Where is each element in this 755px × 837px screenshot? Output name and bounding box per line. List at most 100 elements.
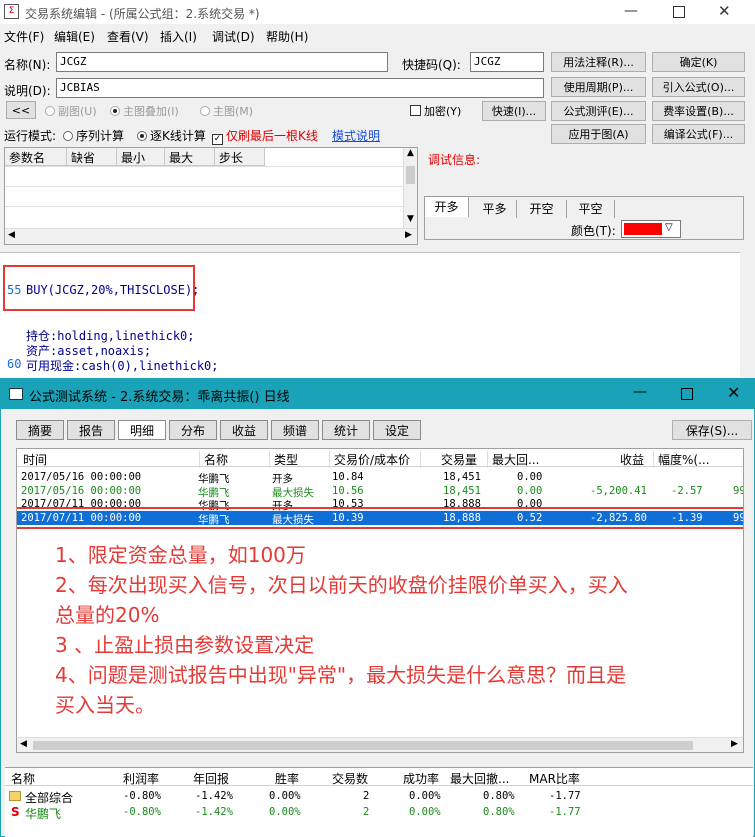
tab-close-long[interactable]: 平多: [473, 200, 517, 218]
chevron-down-icon[interactable]: ▽: [665, 222, 673, 233]
tester-close-icon[interactable]: ✕: [727, 383, 740, 402]
compile-formula-button[interactable]: 编译公式(F)...: [652, 124, 745, 144]
scroll-left-icon[interactable]: ◀: [20, 739, 27, 749]
table-row[interactable]: 2017/05/16 00:00:00 华鹏飞 开多 10.84 18,451 …: [17, 471, 743, 485]
scroll-thumb[interactable]: [33, 741, 693, 750]
radio-sub-chart[interactable]: 副图(U): [45, 103, 97, 119]
col-name[interactable]: 名称: [199, 451, 228, 468]
radio-main-chart[interactable]: 主图(M): [200, 103, 253, 119]
menu-insert[interactable]: 插入(I): [160, 28, 197, 45]
mode-help-link[interactable]: 模式说明: [332, 127, 380, 144]
tester-maximize-icon[interactable]: [681, 388, 693, 400]
col-type[interactable]: 类型: [269, 451, 298, 468]
col-time[interactable]: 时间: [23, 451, 47, 468]
detail-hscroll[interactable]: ◀ ▶: [17, 737, 743, 752]
fast-button[interactable]: 快速(I)...: [482, 101, 546, 121]
sum-mar: -1.77: [549, 790, 581, 802]
scroll-down-icon[interactable]: ▼: [407, 214, 414, 224]
menu-edit[interactable]: 编辑(E): [54, 28, 95, 45]
sum-col-mar[interactable]: MAR比率: [529, 770, 580, 787]
encrypt-checkbox[interactable]: 加密(Y): [410, 103, 461, 119]
row-price: 10.56: [332, 485, 364, 497]
param-grid-scrollbar[interactable]: ▲ ▼: [403, 148, 417, 228]
menu-debug[interactable]: 调试(D): [212, 28, 255, 45]
scroll-right-icon[interactable]: ▶: [405, 230, 412, 240]
table-row[interactable]: 2017/05/16 00:00:00 华鹏飞 最大损失 10.56 18,45…: [17, 485, 743, 499]
desc-input[interactable]: JCBIAS: [56, 78, 544, 98]
code-line-cash[interactable]: 可用现金:cash(0),linethick0;: [26, 357, 219, 374]
scroll-up-icon[interactable]: ▲: [407, 148, 414, 158]
col-mdd[interactable]: 最大回...: [487, 451, 539, 468]
radio-bar-calc[interactable]: 逐K线计算: [137, 127, 206, 144]
col-profit[interactable]: 收益: [620, 451, 644, 468]
tab-open-short[interactable]: 开空: [517, 200, 567, 218]
code-editor[interactable]: 55 BUY(JCGZ,20%,THISCLOSE); 持仓:holding,l…: [0, 252, 740, 378]
minimize-icon[interactable]: —: [624, 3, 638, 19]
tab-open-long[interactable]: 开多: [425, 197, 469, 217]
fee-settings-button[interactable]: 费率设置(B)...: [652, 101, 745, 121]
tester-minimize-icon[interactable]: —: [633, 384, 647, 400]
shortcut-input[interactable]: JCGZ: [470, 52, 544, 72]
param-header-step: 步长: [215, 148, 265, 166]
trade-tab-strip: 开多 平多 开空 平空 颜色(T): ▽: [424, 196, 744, 240]
sum-col-profit-rate[interactable]: 利润率: [123, 770, 159, 787]
radio-main-overlay[interactable]: 主图叠加(I): [110, 103, 179, 119]
param-header-min: 最小: [117, 148, 165, 166]
sum-mdd: 0.80%: [483, 806, 515, 818]
tab-summary[interactable]: 摘要: [16, 420, 64, 440]
menu-view[interactable]: 查看(V): [107, 28, 149, 45]
menu-file[interactable]: 文件(F): [4, 28, 44, 45]
tab-returns[interactable]: 收益: [220, 420, 268, 440]
tab-close-short[interactable]: 平空: [567, 200, 615, 218]
radio-seq-calc[interactable]: 序列计算: [63, 127, 124, 144]
sum-col-win[interactable]: 胜率: [275, 770, 299, 787]
menu-help[interactable]: 帮助(H): [266, 28, 308, 45]
stock-icon: S: [11, 805, 20, 819]
scroll-thumb[interactable]: [406, 166, 415, 184]
apply-chart-button[interactable]: 应用于图(A): [551, 124, 646, 144]
tab-statistics[interactable]: 统计: [322, 420, 370, 440]
sum-col-trades[interactable]: 交易数: [332, 770, 368, 787]
tab-detail[interactable]: 明细: [118, 420, 166, 440]
editor-right-scrollbar[interactable]: [740, 252, 755, 378]
row-profit: -5,200.41: [590, 485, 647, 497]
usage-notes-button[interactable]: 用法注释(R)...: [551, 52, 646, 72]
tab-report[interactable]: 报告: [67, 420, 115, 440]
color-picker[interactable]: ▽: [621, 220, 681, 238]
row-time: 2017/05/16 00:00:00: [21, 471, 142, 483]
ok-button[interactable]: 确定(K): [652, 52, 745, 72]
summary-row[interactable]: S 华鹏飞 -0.80% -1.42% 0.00% 2 0.00% 0.80% …: [5, 805, 753, 821]
sum-name: 全部综合: [25, 791, 74, 805]
sum-col-mdd[interactable]: 最大回撤...: [450, 770, 509, 787]
col-pct[interactable]: 幅度%(...: [653, 451, 710, 468]
tab-spectrum[interactable]: 频谱: [271, 420, 319, 440]
note-line-1: 1、限定资金总量，如100万: [55, 543, 306, 567]
sum-col-name[interactable]: 名称: [11, 770, 35, 787]
sum-col-annual[interactable]: 年回报: [193, 770, 229, 787]
scroll-left-icon[interactable]: ◀: [8, 230, 15, 240]
code-line-buy[interactable]: BUY(JCGZ,20%,THISCLOSE);: [26, 283, 199, 297]
close-icon[interactable]: ✕: [718, 2, 731, 20]
row-price: 10.84: [332, 471, 364, 483]
tab-distribution[interactable]: 分布: [169, 420, 217, 440]
row-qty: 18,451: [443, 485, 481, 497]
param-grid-hscroll[interactable]: ◀ ▶: [5, 228, 417, 244]
maximize-icon[interactable]: [673, 6, 685, 18]
summary-row[interactable]: 全部综合 -0.80% -1.42% 0.00% 2 0.00% 0.80% -…: [5, 789, 753, 805]
note-line-5: 4、问题是测试报告中出现"异常"，最大损失是什么意思？而且是: [55, 663, 627, 687]
last-bar-checkbox[interactable]: ✓ 仅刷最后一根K线: [212, 127, 318, 145]
sum-success: 0.00%: [409, 806, 441, 818]
name-input[interactable]: JCGZ: [56, 52, 388, 72]
use-period-button[interactable]: 使用周期(P)...: [551, 77, 646, 97]
scroll-right-icon[interactable]: ▶: [731, 739, 738, 749]
back-button[interactable]: <<: [6, 101, 36, 119]
line-number-55: 55: [7, 283, 22, 297]
sum-col-success[interactable]: 成功率: [403, 770, 439, 787]
save-button[interactable]: 保存(S)...: [672, 420, 752, 440]
sum-trades: 2: [363, 806, 370, 818]
import-formula-button[interactable]: 引入公式(O)...: [652, 77, 745, 97]
formula-eval-button[interactable]: 公式测评(E)...: [551, 101, 646, 121]
tab-settings[interactable]: 设定: [373, 420, 421, 440]
col-price[interactable]: 交易价/成本价: [329, 451, 410, 468]
col-qty[interactable]: 交易量: [420, 451, 477, 468]
